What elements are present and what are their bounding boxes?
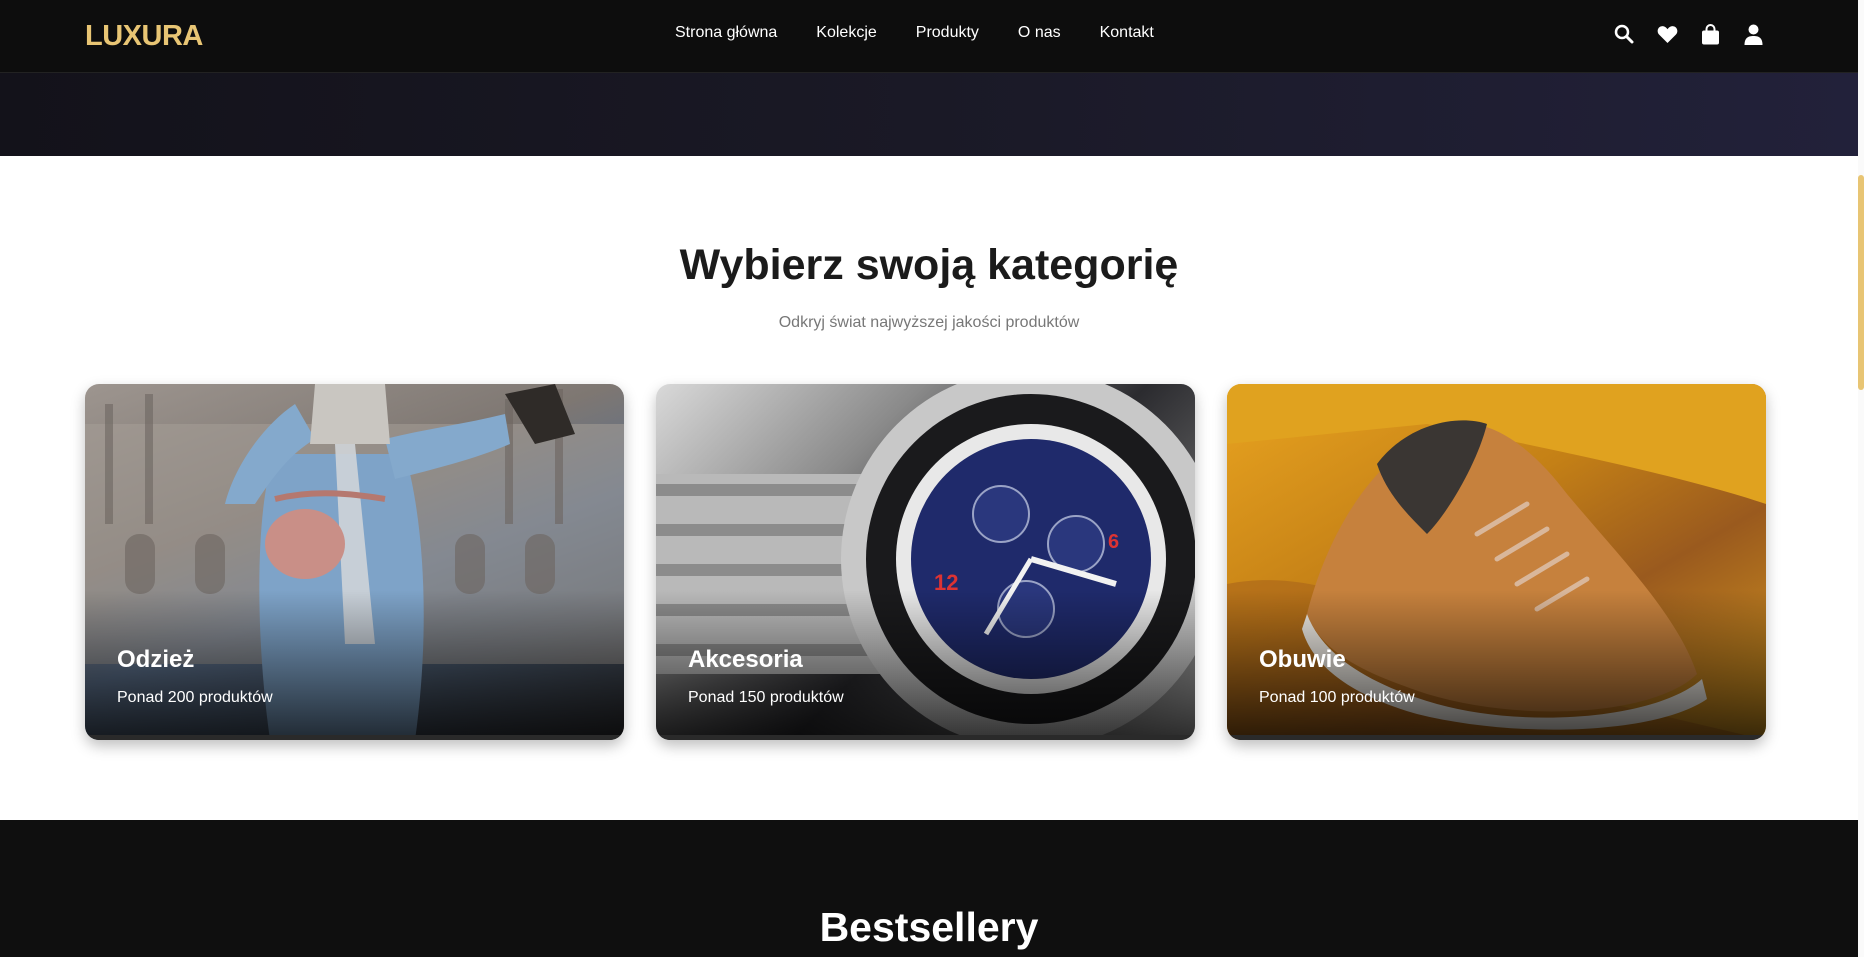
card-bottom-bar	[656, 735, 1195, 740]
bestsellers-title: Bestsellery	[819, 904, 1039, 950]
header-actions	[1613, 22, 1764, 46]
scrollbar-thumb[interactable]	[1858, 175, 1864, 390]
svg-text:6: 6	[1108, 531, 1119, 553]
nav-link-collections[interactable]: Kolekcje	[816, 24, 876, 42]
nav-link-products[interactable]: Produkty	[916, 24, 979, 42]
category-title: Odzież	[117, 646, 195, 673]
user-icon[interactable]	[1742, 22, 1764, 46]
card-bottom-bar	[1227, 735, 1766, 740]
card-bottom-bar	[85, 735, 624, 740]
category-card-accessories[interactable]: 12 6 Akcesoria Ponad 150 produktów	[656, 384, 1195, 740]
bestsellers-section: Bestsellery	[0, 820, 1858, 957]
categories-subtitle: Odkryj świat najwyższej jakości produktó…	[778, 314, 1080, 331]
hero-banner	[0, 73, 1858, 156]
category-count: Ponad 100 produktów	[1259, 689, 1415, 706]
category-card-clothing[interactable]: Odzież Ponad 200 produktów	[85, 384, 624, 740]
category-title: Akcesoria	[688, 646, 803, 673]
category-count: Ponad 200 produktów	[117, 689, 273, 706]
nav-link-contact[interactable]: Kontakt	[1100, 24, 1154, 42]
main-nav: Strona główna Kolekcje Produkty O nas Ko…	[675, 24, 1193, 42]
heart-icon[interactable]	[1656, 22, 1678, 46]
shopping-bag-icon[interactable]	[1699, 22, 1721, 46]
nav-link-home[interactable]: Strona główna	[675, 24, 777, 42]
top-navbar: LUXURA Strona główna Kolekcje Produkty O…	[0, 0, 1858, 73]
brand-logo[interactable]: LUXURA	[85, 20, 203, 53]
category-card-footwear[interactable]: Obuwie Ponad 100 produktów	[1227, 384, 1766, 740]
page-scrollbar[interactable]	[1858, 0, 1864, 957]
category-title: Obuwie	[1259, 646, 1346, 673]
category-count: Ponad 150 produktów	[688, 689, 844, 706]
nav-link-about[interactable]: O nas	[1018, 24, 1061, 42]
categories-title: Wybierz swoją kategorię	[679, 241, 1179, 289]
categories-section: Wybierz swoją kategorię Odkryj świat naj…	[0, 156, 1858, 820]
search-icon[interactable]	[1613, 22, 1635, 46]
